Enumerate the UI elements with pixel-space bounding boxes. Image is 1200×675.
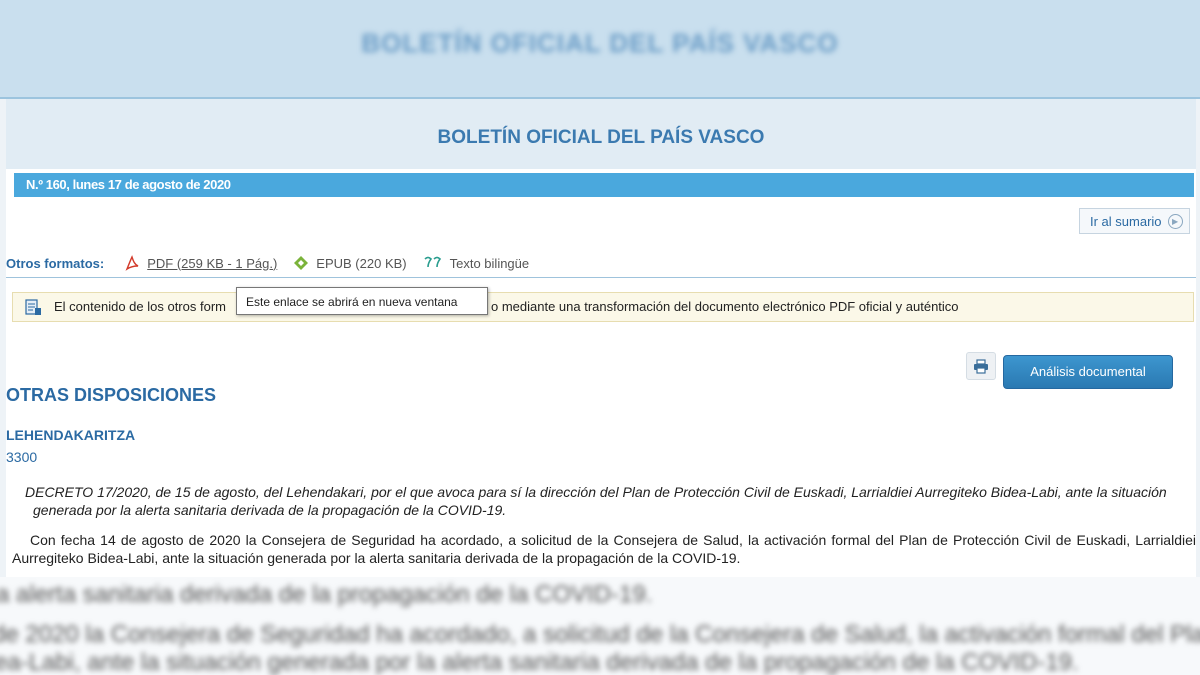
disposition-number: 3300 (6, 449, 38, 465)
summary-label: Ir al sumario (1090, 213, 1162, 229)
document-analysis-button[interactable]: Análisis documental (1003, 355, 1173, 389)
pdf-icon (125, 255, 139, 271)
bilingual-icon (424, 256, 441, 268)
blurred-line-1: a alerta sanitaria derivada de la propag… (0, 581, 653, 608)
blurred-bottom-text: a alerta sanitaria derivada de la propag… (0, 577, 1200, 675)
notice-text-end: o mediante una transformación del docume… (491, 299, 959, 314)
formats-notice: El contenido de los otros form o mediant… (12, 292, 1194, 322)
other-formats-label: Otros formatos: (6, 255, 105, 271)
notice-text-start: El contenido de los otros form (54, 299, 226, 314)
pdf-link[interactable]: PDF (259 KB - 1 Pág.) (147, 256, 277, 271)
page-title: BOLETÍN OFICIAL DEL PAÍS VASCO (437, 127, 765, 148)
epub-link[interactable]: EPUB (220 KB) (316, 256, 406, 271)
pdf-link-item[interactable]: PDF (259 KB - 1 Pág.) (124, 255, 277, 271)
issue-bar: N.º 160, lunes 17 de agosto de 2020 (14, 173, 1194, 197)
link-tooltip: Este enlace se abrirá en nueva ventana (236, 287, 488, 315)
other-formats-bar: Otros formatos: PDF (259 KB - 1 Pág.) EP… (6, 253, 545, 273)
bilingual-link-item[interactable]: Texto bilingüe (423, 256, 530, 271)
document-info-icon (25, 299, 41, 315)
print-button[interactable] (966, 352, 996, 380)
bilingual-link[interactable]: Texto bilingüe (450, 256, 530, 271)
decree-body: Con fecha 14 de agosto de 2020 la Consej… (12, 532, 1196, 566)
blurred-line-3: ea-Labi, ante la situación generada por … (0, 649, 1079, 675)
epub-icon (294, 256, 309, 270)
bulletin-page: BOLETÍN OFICIAL DEL PAÍS VASCO N.º 160, … (6, 99, 1196, 577)
blurred-line-2: de 2020 la Consejera de Seguridad ha aco… (0, 621, 1200, 648)
issue-label: N.º 160, lunes 17 de agosto de 2020 (26, 177, 231, 192)
epub-link-item[interactable]: EPUB (220 KB) (293, 255, 407, 271)
department-name: LEHENDAKARITZA (6, 427, 136, 443)
arrow-right-circle-icon: ▶ (1167, 213, 1183, 229)
printer-icon (974, 358, 988, 374)
blurred-top-banner: BOLETÍN OFICIAL DEL PAÍS VASCO (0, 0, 1200, 99)
blurred-banner-title: BOLETÍN OFICIAL DEL PAÍS VASCO (361, 28, 839, 58)
divider (6, 277, 1196, 278)
go-to-summary-button[interactable]: Ir al sumario ▶ (1079, 208, 1190, 234)
section-title: OTRAS DISPOSICIONES (6, 385, 217, 405)
decree-title-text: DECRETO 17/2020, de 15 de agosto, del Le… (25, 484, 1167, 518)
header-band: BOLETÍN OFICIAL DEL PAÍS VASCO (6, 99, 1196, 169)
decree-title: DECRETO 17/2020, de 15 de agosto, del Le… (12, 483, 1196, 519)
